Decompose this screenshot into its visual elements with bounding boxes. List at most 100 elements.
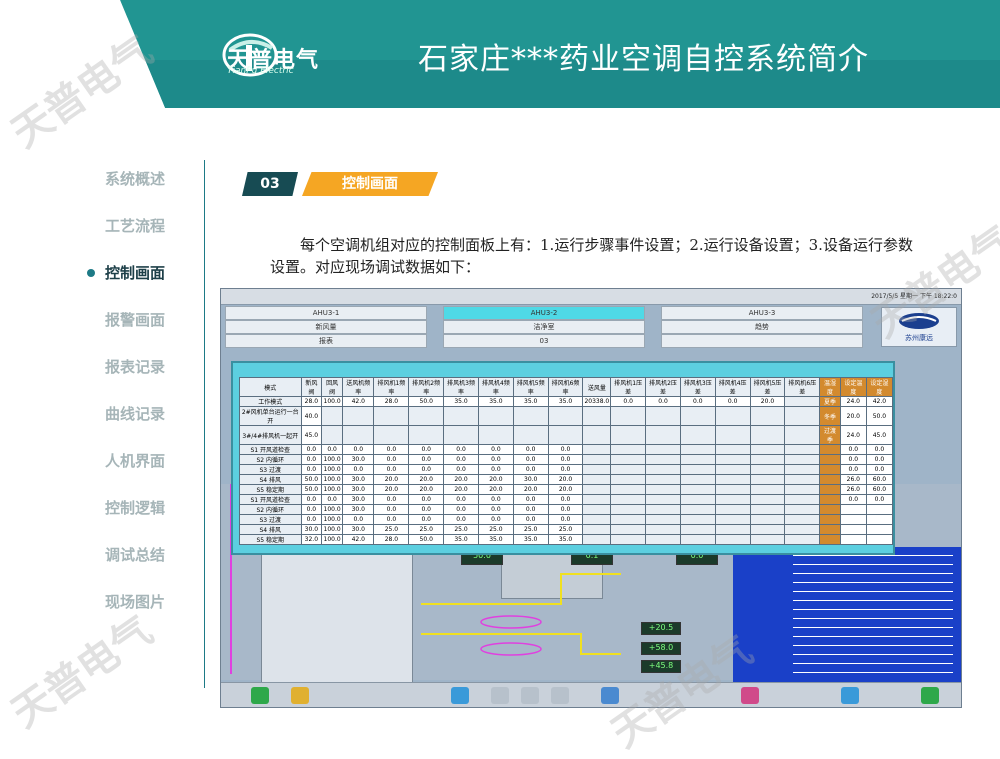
table-cell[interactable]: 0.0 <box>373 504 410 515</box>
table-cell[interactable]: 0.0 <box>714 396 751 407</box>
table-cell[interactable]: 0.0 <box>300 504 323 515</box>
nav-blank[interactable] <box>661 334 863 348</box>
table-cell[interactable]: 50.0 <box>408 396 445 407</box>
sidebar-item-logic[interactable]: 控制逻辑 <box>105 497 165 518</box>
table-cell[interactable]: 30.0 <box>342 484 375 495</box>
table-cell[interactable]: 20.0 <box>547 484 584 495</box>
table-cell[interactable] <box>645 444 681 455</box>
table-cell[interactable] <box>714 514 751 525</box>
table-cell[interactable] <box>714 524 751 535</box>
table-cell[interactable]: 30.0 <box>512 474 549 485</box>
table-cell[interactable]: 0.0 <box>300 494 323 505</box>
table-cell[interactable] <box>582 524 612 535</box>
table-cell[interactable] <box>749 494 786 505</box>
table-cell[interactable] <box>582 474 612 485</box>
table-cell[interactable] <box>714 464 751 475</box>
table-cell[interactable] <box>321 425 344 445</box>
setpoint-cell[interactable]: 42.0 <box>865 396 894 407</box>
table-cell[interactable]: 20.0 <box>477 484 514 495</box>
table-cell[interactable]: 0.0 <box>512 514 549 525</box>
unit-tab-2[interactable]: AHU3-2 <box>443 306 645 320</box>
refresh-icon[interactable] <box>451 687 469 704</box>
setpoint-cell[interactable] <box>839 504 867 515</box>
table-cell[interactable] <box>679 454 716 465</box>
table-cell[interactable]: 25.0 <box>443 524 479 535</box>
table-cell[interactable]: 100.0 <box>321 524 344 535</box>
table-cell[interactable] <box>714 494 751 505</box>
table-cell[interactable] <box>610 454 647 465</box>
table-cell[interactable] <box>645 484 681 495</box>
table-cell[interactable]: 0.0 <box>547 504 584 515</box>
table-cell[interactable] <box>714 444 751 455</box>
table-cell[interactable] <box>679 514 716 525</box>
table-cell[interactable]: 0.0 <box>373 514 410 525</box>
table-cell[interactable] <box>784 425 821 445</box>
unit-tab-1[interactable]: AHU3-1 <box>225 306 427 320</box>
table-cell[interactable]: 0.0 <box>477 494 514 505</box>
setpoint-cell[interactable]: 60.0 <box>865 484 894 495</box>
setpoint-cell[interactable]: 0.0 <box>839 494 867 505</box>
setpoint-cell[interactable] <box>839 534 867 545</box>
setpoint-cell[interactable]: 0.0 <box>865 454 894 465</box>
table-cell[interactable] <box>714 425 751 445</box>
sidebar-item-process[interactable]: 工艺流程 <box>105 215 165 236</box>
table-cell[interactable] <box>749 504 786 515</box>
setpoint-cell[interactable] <box>865 514 894 525</box>
table-cell[interactable] <box>547 406 584 426</box>
sidebar-item-hmi[interactable]: 人机界面 <box>105 450 165 471</box>
nav-report[interactable]: 报表 <box>225 334 427 348</box>
table-cell[interactable] <box>645 524 681 535</box>
table-cell[interactable] <box>408 425 445 445</box>
table-cell[interactable] <box>373 406 410 426</box>
setpoint-cell[interactable] <box>839 514 867 525</box>
table-cell[interactable]: 0.0 <box>547 454 584 465</box>
table-cell[interactable] <box>610 464 647 475</box>
table-cell[interactable] <box>714 406 751 426</box>
sidebar-item-control[interactable]: 控制画面 <box>87 262 165 283</box>
setpoint-cell[interactable]: 26.0 <box>839 484 867 495</box>
setpoint-cell[interactable]: 0.0 <box>839 444 867 455</box>
setpoint-cell[interactable]: 24.0 <box>839 425 867 445</box>
table-cell[interactable]: 0.0 <box>512 464 549 475</box>
setpoint-cell[interactable]: 50.0 <box>865 406 894 426</box>
table-cell[interactable]: 0.0 <box>443 454 479 465</box>
table-cell[interactable]: 0.0 <box>477 514 514 525</box>
table-cell[interactable]: 100.0 <box>321 484 344 495</box>
table-cell[interactable] <box>784 464 821 475</box>
table-cell[interactable]: 30.0 <box>342 494 375 505</box>
table-cell[interactable]: 0.0 <box>342 444 375 455</box>
play-icon[interactable] <box>251 687 269 704</box>
table-cell[interactable]: 20.0 <box>512 484 549 495</box>
table-cell[interactable]: 0.0 <box>512 444 549 455</box>
table-cell[interactable] <box>610 444 647 455</box>
table-cell[interactable]: 20.0 <box>373 474 410 485</box>
setpoint-cell[interactable]: 0.0 <box>839 454 867 465</box>
setpoint-cell[interactable] <box>865 534 894 545</box>
table-cell[interactable]: 20.0 <box>443 484 479 495</box>
table-cell[interactable] <box>679 444 716 455</box>
table-cell[interactable] <box>512 425 549 445</box>
table-cell[interactable]: 100.0 <box>321 396 344 407</box>
table-cell[interactable] <box>679 464 716 475</box>
table-cell[interactable] <box>679 474 716 485</box>
table-cell[interactable]: 35.0 <box>512 396 549 407</box>
table-cell[interactable] <box>582 534 612 545</box>
sidebar-item-overview[interactable]: 系统概述 <box>105 168 165 189</box>
table-cell[interactable]: 35.0 <box>547 534 584 545</box>
table-cell[interactable]: 0.0 <box>300 464 323 475</box>
link-icon[interactable] <box>601 687 619 704</box>
table-cell[interactable]: 30.0 <box>342 454 375 465</box>
table-cell[interactable] <box>679 524 716 535</box>
table-cell[interactable]: 0.0 <box>477 454 514 465</box>
table-cell[interactable] <box>582 444 612 455</box>
table-cell[interactable]: 100.0 <box>321 534 344 545</box>
table-cell[interactable]: 0.0 <box>547 494 584 505</box>
table-cell[interactable]: 42.0 <box>342 534 375 545</box>
table-cell[interactable]: 0.0 <box>443 464 479 475</box>
table-cell[interactable]: 50.0 <box>408 534 445 545</box>
table-cell[interactable] <box>582 514 612 525</box>
table-cell[interactable]: 0.0 <box>373 464 410 475</box>
table-cell[interactable] <box>645 474 681 485</box>
table-cell[interactable]: 0.0 <box>645 396 681 407</box>
sidebar-item-debug[interactable]: 调试总结 <box>105 544 165 565</box>
